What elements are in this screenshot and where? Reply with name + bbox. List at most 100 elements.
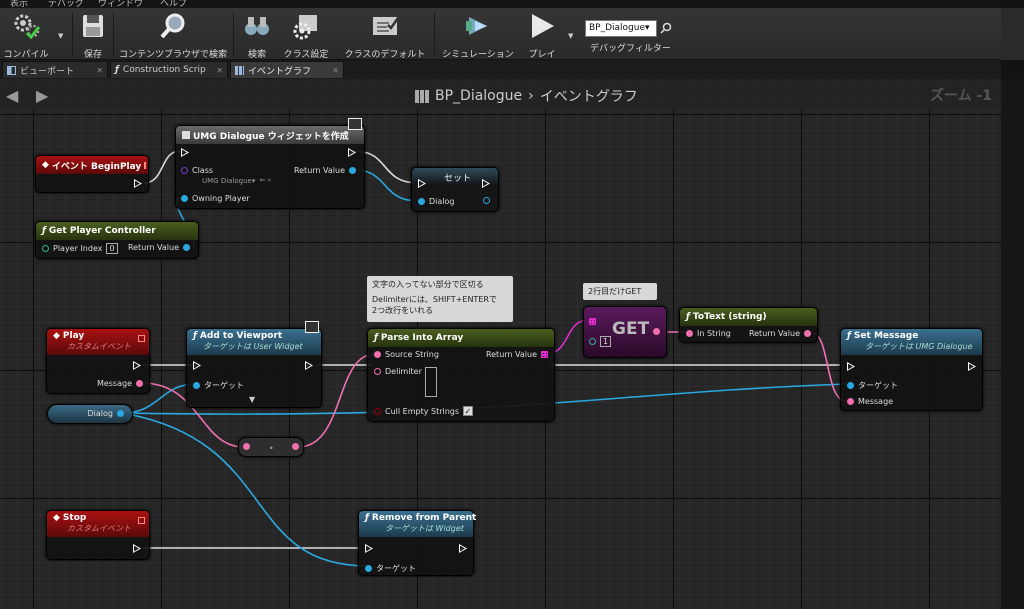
return-value-pin[interactable]: Return Value [128, 243, 190, 252]
compile-dropdown-icon[interactable]: ▼ [58, 32, 63, 40]
tab-viewport[interactable]: ビューポート ✕ [2, 61, 108, 78]
breadcrumb: BP_Dialogue › イベントグラフ [415, 86, 638, 106]
delimiter-pin[interactable]: Delimiter [374, 367, 422, 376]
comment-bubble[interactable]: 文字の入ってない部分で区切る Delimiterには、SHIFT+ENTERで … [367, 276, 513, 322]
debug-filter-select[interactable]: BP_Dialogue▾ [585, 20, 657, 37]
target-pin[interactable]: ターゲット [847, 380, 898, 391]
exec-in-pin[interactable] [181, 148, 189, 157]
play-dropdown-icon[interactable]: ▼ [568, 32, 573, 40]
set-message-node[interactable]: ƒ Set Message ターゲットは UMG Dialogue ターゲット Me… [840, 328, 983, 411]
target-pin[interactable]: ターゲット [365, 563, 416, 574]
event-diamond-icon: ◆ [53, 331, 60, 341]
stop-event-node[interactable]: ◆ Stop カスタムイベント [46, 510, 150, 560]
message-pin[interactable]: Message [847, 397, 893, 406]
message-pin[interactable]: Message [97, 379, 143, 388]
source-string-pin[interactable]: Source String [374, 350, 439, 359]
tab-event-graph[interactable]: イベントグラフ ✕ [230, 61, 344, 78]
browse-label: コンテンツブラウザで検索 [118, 50, 227, 60]
create-widget-node[interactable]: UMG Dialogue ウィジェットを作成 Class UMG Dialogu… [175, 118, 365, 209]
search-button[interactable]: 検索 [240, 8, 274, 60]
gear-icon [293, 15, 317, 40]
class-defaults-button[interactable]: クラスのデフォルト [340, 8, 430, 60]
menu-help[interactable]: ヘルプ [160, 0, 187, 8]
class-pin[interactable]: Class [181, 166, 213, 175]
class-settings-button[interactable]: クラス設定 [280, 8, 332, 60]
close-icon[interactable]: ✕ [216, 66, 223, 75]
delegate-pin-icon[interactable] [138, 335, 145, 342]
dialog-out-pin[interactable] [483, 197, 490, 204]
cull-empty-pin[interactable]: Cull Empty Strings ✓ [374, 406, 474, 416]
menu-debug[interactable]: デバッグ [48, 0, 84, 8]
item-out-pin[interactable] [653, 328, 660, 335]
comment-bubble-get[interactable]: 2行目だけGET [583, 283, 657, 300]
exec-out-pin[interactable] [459, 544, 467, 553]
class-select[interactable]: UMG Dialogue▾ ⇐ ⌕ [202, 176, 271, 185]
return-value-pin[interactable]: Return Value [294, 166, 356, 175]
monitor-icon [348, 118, 362, 130]
exec-in-pin[interactable] [847, 362, 855, 371]
menu-window[interactable]: ウィンドウ [98, 0, 143, 8]
monitor-icon [305, 321, 319, 333]
browse-button[interactable]: コンテンツブラウザで検索 [117, 8, 229, 60]
delegate-pin-icon[interactable] [144, 161, 147, 169]
in-string-pin[interactable]: In String [686, 329, 731, 338]
exec-out-pin[interactable] [348, 148, 356, 157]
exec-out-pin[interactable] [482, 179, 490, 188]
play-event-node[interactable]: ◆ Play カスタムイベント Message [46, 328, 150, 394]
debug-filter-label: デバッグフィルター [590, 44, 671, 54]
close-icon[interactable]: ✕ [332, 66, 339, 75]
array-get-node[interactable]: GET 1 [583, 306, 667, 358]
function-icon: ƒ [115, 65, 119, 75]
save-button[interactable]: 保存 [78, 8, 108, 60]
parse-into-array-node[interactable]: ƒ Parse Into Array Source String Return V… [367, 328, 555, 422]
forward-arrow-icon[interactable]: ▶ [36, 86, 48, 105]
owning-player-pin[interactable]: Owning Player [181, 194, 250, 203]
node-title: Play [62, 331, 85, 341]
exec-out-pin[interactable] [305, 361, 313, 370]
expand-arrow-icon[interactable]: ▼ [249, 395, 255, 404]
add-to-viewport-node[interactable]: ƒ Add to Viewport ターゲットは User Widget ターゲット… [186, 321, 322, 408]
close-icon[interactable]: ✕ [96, 66, 103, 75]
exec-in-pin[interactable] [193, 361, 201, 370]
checklist-icon [373, 17, 400, 35]
get-player-controller-node[interactable]: ƒ Get Player Controller Player Index 0 Ret… [35, 221, 199, 259]
back-arrow-icon[interactable]: ◀ [6, 86, 18, 105]
delegate-pin-icon[interactable] [138, 517, 145, 524]
dialog-out-pin[interactable]: Dialog [88, 409, 124, 418]
event-beginplay-node[interactable]: ◆ イベント BeginPlay [35, 155, 149, 193]
filter-search-icon[interactable] [660, 22, 672, 34]
exec-in-pin[interactable] [365, 544, 373, 553]
set-dialog-node[interactable]: セット Dialog [411, 167, 499, 212]
player-index-pin[interactable]: Player Index 0 [42, 243, 118, 254]
tab-construction-script[interactable]: ƒ Construction Scrip ✕ [110, 61, 228, 78]
node-title: UMG Dialogue ウィジェットを作成 [193, 131, 349, 142]
exec-out-pin[interactable] [134, 179, 142, 188]
node-title: セット [444, 174, 472, 184]
menu-view[interactable]: 表示 [10, 0, 28, 8]
remove-from-parent-node[interactable]: ƒ Remove from Parent ターゲットは Widget ターゲット [358, 510, 477, 576]
exec-out-pin[interactable] [133, 361, 141, 370]
to-text-node[interactable]: ƒ ToText (string) In String Return Value [679, 307, 818, 343]
return-value-pin[interactable]: Return Value [749, 329, 811, 338]
target-pin[interactable]: ターゲット [193, 380, 244, 391]
return-value-pin[interactable]: Return Value [486, 350, 548, 359]
play-button[interactable]: プレイ [524, 8, 560, 60]
compile-icon [14, 14, 41, 40]
tab-construction-label: Construction Scrip [122, 65, 206, 75]
exec-in-pin[interactable] [418, 179, 426, 188]
dialog-in-pin[interactable]: Dialog [418, 197, 454, 206]
reroute-node[interactable]: • [238, 437, 304, 457]
node-title: Parse Into Array [380, 333, 464, 343]
node-title: Remove from Parent [371, 513, 477, 523]
graph-icon [415, 89, 429, 103]
breadcrumb-blueprint[interactable]: BP_Dialogue [435, 88, 522, 104]
index-pin[interactable]: 1 [589, 336, 612, 347]
array-in-pin[interactable] [589, 318, 596, 325]
dialog-variable-node[interactable]: Dialog [47, 404, 133, 424]
exec-out-pin[interactable] [968, 362, 976, 371]
cull-checkbox[interactable]: ✓ [463, 406, 474, 416]
simulation-button[interactable]: シミュレーション [440, 8, 516, 60]
delimiter-input[interactable] [425, 367, 437, 397]
exec-out-pin[interactable] [133, 544, 141, 553]
compile-button[interactable]: コンパイル [2, 8, 50, 60]
